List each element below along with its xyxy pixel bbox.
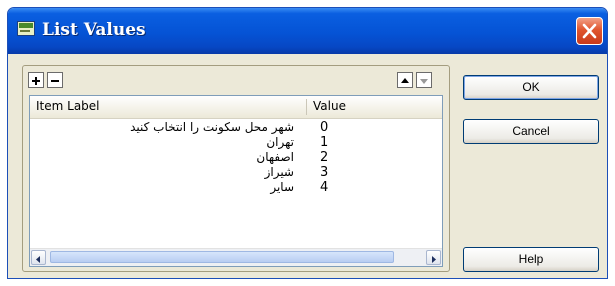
item-label: تهران (266, 135, 294, 149)
item-value: 3 (320, 165, 329, 180)
move-up-button[interactable] (397, 72, 413, 88)
item-value: 2 (320, 150, 329, 165)
scroll-right-button[interactable] (426, 250, 441, 265)
list-values-dialog: List Values Item Label Value شهر محل سکو… (7, 7, 608, 279)
plus-icon (32, 77, 40, 85)
header-divider (306, 99, 307, 115)
values-list[interactable]: Item Label Value شهر محل سکونت را انتخاب… (29, 95, 443, 267)
scroll-thumb[interactable] (50, 251, 394, 263)
arrow-up-icon (401, 78, 409, 83)
column-header-value[interactable]: Value (313, 99, 346, 113)
scroll-left-button[interactable] (31, 250, 46, 265)
add-item-button[interactable] (28, 72, 44, 88)
item-label: شیراز (264, 165, 294, 179)
window-title: List Values (42, 20, 146, 40)
item-label: سایر (270, 180, 294, 194)
arrow-right-icon (432, 256, 436, 263)
list-item[interactable]: سایر 4 (30, 180, 442, 195)
title-bar[interactable]: List Values (8, 8, 607, 54)
minus-icon (51, 80, 59, 82)
item-value: 4 (320, 180, 329, 195)
arrow-left-icon (36, 256, 40, 263)
horizontal-scrollbar[interactable] (30, 248, 442, 266)
move-down-button[interactable] (416, 72, 432, 88)
item-label: شهر محل سکونت را انتخاب کنید (130, 120, 294, 134)
help-button[interactable]: Help (463, 247, 599, 272)
list-header: Item Label Value (30, 96, 442, 119)
remove-item-button[interactable] (47, 72, 63, 88)
close-icon (582, 23, 597, 39)
help-button-label: Help (518, 252, 544, 266)
cancel-button[interactable]: Cancel (463, 119, 599, 144)
close-button[interactable] (576, 17, 603, 45)
item-value: 0 (320, 120, 329, 135)
ok-button[interactable]: OK (463, 75, 599, 100)
list-item[interactable]: اصفهان 2 (30, 150, 442, 165)
list-item[interactable]: شهر محل سکونت را انتخاب کنید 0 (30, 120, 442, 135)
arrow-down-icon (420, 79, 428, 84)
list-item[interactable]: تهران 1 (30, 135, 442, 150)
column-header-item-label[interactable]: Item Label (36, 99, 100, 113)
list-values-panel: Item Label Value شهر محل سکونت را انتخاب… (22, 65, 450, 272)
item-value: 1 (320, 135, 329, 150)
list-item[interactable]: شیراز 3 (30, 165, 442, 180)
app-icon (17, 21, 35, 36)
item-label: اصفهان (256, 150, 294, 164)
